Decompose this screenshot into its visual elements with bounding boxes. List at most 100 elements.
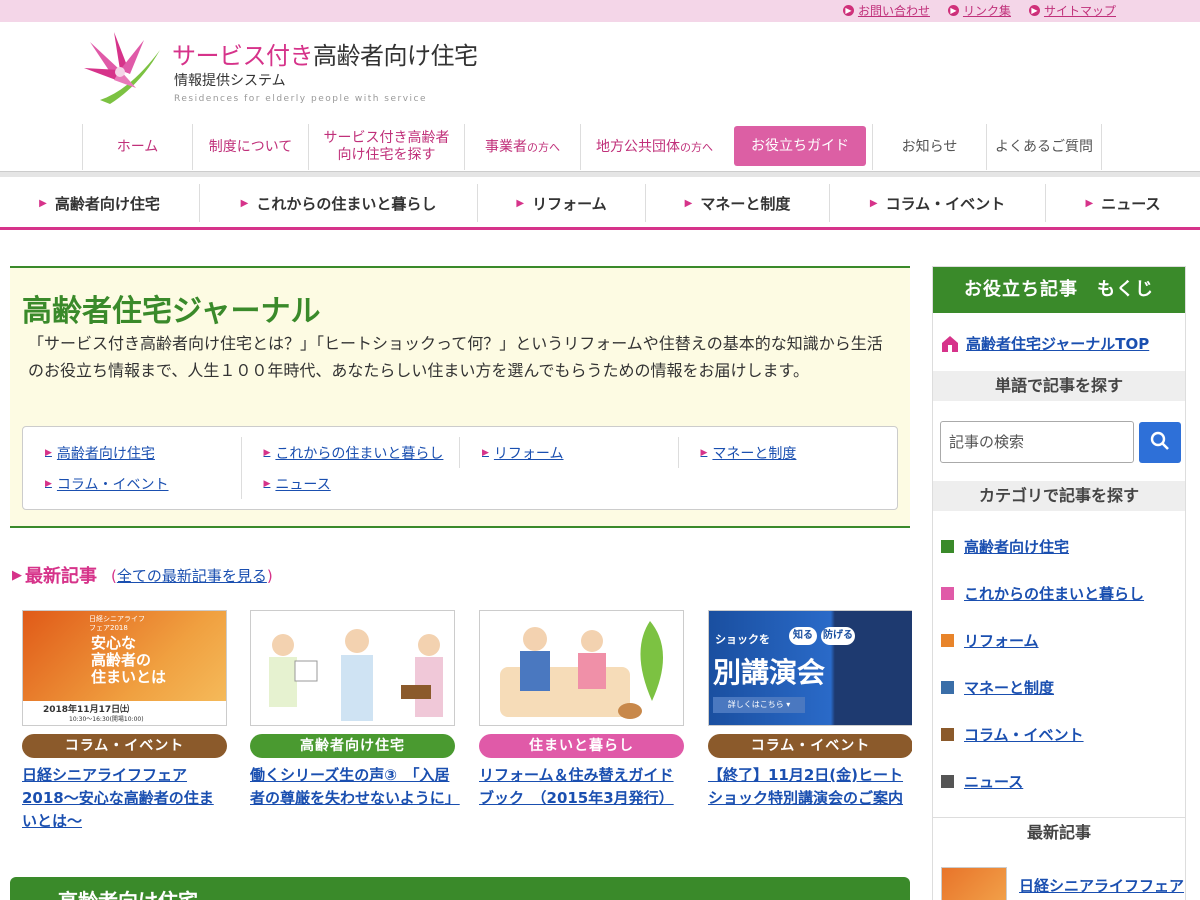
green-square-icon (941, 540, 954, 553)
links-link[interactable]: ▶ リンク集 (947, 2, 1011, 19)
sidebar-latest-title: 最新記事 (933, 817, 1185, 847)
sidebar-category-living[interactable]: これからの住まいと暮らし (941, 570, 1144, 617)
sidebar-category-list: 高齢者向け住宅 これからの住まいと暮らし リフォーム マネーと制度 コラム・イベ… (941, 523, 1144, 805)
nav-news[interactable]: お知らせ (872, 124, 986, 170)
search-section-title: 単語で記事を探す (933, 371, 1185, 401)
sitemap-link[interactable]: ▶ サイトマップ (1028, 2, 1116, 19)
sidebar-latest-article[interactable]: 日経シニアライフフェア (941, 867, 1184, 900)
sidebar-title: お役立ち記事 もくじ (933, 267, 1185, 313)
article-title-link[interactable]: 日経シニアライフフェア2018〜安心な高齢者の住まいとは〜 (22, 764, 227, 833)
workers-illustration (269, 629, 443, 721)
latest-title: 最新記事 (25, 566, 97, 587)
nav-guide[interactable]: お役立ちガイド (734, 126, 866, 166)
logo-title: サービス付き高齢者向け住宅 (172, 42, 478, 70)
article-card[interactable]: 日経シニアライフ フェア2018 安心な 高齢者の 住まいとは 2018年11月17日… (22, 610, 227, 833)
triangle-icon: ▶ (700, 447, 708, 458)
category-section-title: カテゴリで記事を探す (933, 481, 1185, 511)
blue-square-icon (941, 681, 954, 694)
category-living[interactable]: ▶ これからの住まいと暮らし (200, 184, 478, 222)
category-tag: コラム・イベント (22, 734, 227, 758)
utility-bar: ▶ お問い合わせ ▶ リンク集 ▶ サイトマップ (0, 0, 1200, 22)
sidebar-category-elderly-housing[interactable]: 高齢者向け住宅 (941, 523, 1144, 570)
nav-system[interactable]: 制度について (192, 124, 308, 170)
lily-flower-icon (84, 32, 160, 104)
category-elderly-housing[interactable]: ▶ 高齢者向け住宅 (0, 184, 200, 222)
utility-links: ▶ お問い合わせ ▶ リンク集 ▶ サイトマップ (842, 2, 1116, 19)
arrow-icon: ▶ (842, 5, 854, 16)
journal-link-reform[interactable]: ▶ リフォーム (460, 437, 679, 468)
arrow-icon: ▶ (1028, 5, 1040, 16)
sidebar-category-reform[interactable]: リフォーム (941, 617, 1144, 664)
category-nav-divider (0, 227, 1200, 230)
journal-link-column-event[interactable]: ▶ コラム・イベント (23, 468, 242, 499)
article-card[interactable]: 住まいと暮らし リフォーム＆住み替えガイドブック （2015年3月発行） (479, 610, 684, 810)
nav-local-gov[interactable]: 地方公共団体の方へ (580, 124, 728, 170)
article-thumbnail (941, 867, 1007, 900)
global-nav: ホーム 制度について サービス付き高齢者 向け住宅を探す 事業者の方へ 地方公共団… (82, 124, 1102, 170)
triangle-icon: ▶ (869, 197, 878, 209)
section-header-elderly-housing: 高齢者向け住宅 (10, 877, 910, 900)
article-thumbnail: 日経シニアライフ フェア2018 安心な 高齢者の 住まいとは 2018年11月17日… (22, 610, 227, 726)
pink-square-icon (941, 587, 954, 600)
latest-articles-list: 日経シニアライフ フェア2018 安心な 高齢者の 住まいとは 2018年11月17日… (22, 610, 912, 840)
triangle-icon: ▶ (240, 197, 249, 209)
category-tag: 高齢者向け住宅 (250, 734, 455, 758)
site-logo[interactable]: サービス付き高齢者向け住宅 情報提供システム Residences for el… (80, 30, 520, 110)
triangle-icon: ▶ (45, 478, 52, 489)
nav-search-housing[interactable]: サービス付き高齢者 向け住宅を探す (308, 124, 464, 170)
triangle-icon: ▶ (482, 447, 489, 458)
all-latest-link[interactable]: 全ての最新記事を見る (117, 567, 267, 585)
search-button[interactable] (1139, 422, 1181, 463)
brown-square-icon (941, 728, 954, 741)
article-thumbnail (250, 610, 455, 726)
article-title-link[interactable]: 働くシリーズ生の声③ 「入居者の尊厳を失わせないように」 (250, 764, 460, 810)
sidebar-category-money[interactable]: マネーと制度 (941, 664, 1144, 711)
triangle-icon: ▶ (45, 447, 52, 458)
orange-square-icon (941, 634, 954, 647)
article-search-input[interactable] (940, 421, 1134, 463)
sidebar-category-column-event[interactable]: コラム・イベント (941, 711, 1144, 758)
category-nav: ▶ 高齢者向け住宅 ▶ これからの住まいと暮らし ▶ リフォーム ▶ マネーと制度 ▶ コ… (0, 178, 1200, 228)
triangle-icon: ▶ (263, 478, 271, 489)
category-tag: 住まいと暮らし (479, 734, 684, 758)
nav-home[interactable]: ホーム (82, 124, 192, 170)
triangle-icon: ▶ (263, 447, 271, 458)
nav-faq[interactable]: よくあるご質問 (986, 124, 1102, 170)
triangle-icon: ▶ (516, 197, 525, 209)
article-thumbnail (479, 610, 684, 726)
journal-link-elderly-housing[interactable]: ▶ 高齢者向け住宅 (23, 437, 242, 468)
article-thumbnail: ショックを 知る 防げる 別講演会 詳しくはこちら ▾ (708, 610, 912, 726)
arrow-icon: ▶ (947, 5, 959, 16)
triangle-icon: ▶ (1085, 197, 1094, 209)
category-column-event[interactable]: ▶ コラム・イベント (830, 184, 1046, 222)
contact-link[interactable]: ▶ お問い合わせ (842, 2, 930, 19)
article-card[interactable]: 高齢者向け住宅 働くシリーズ生の声③ 「入居者の尊厳を失わせないように」 (250, 610, 460, 810)
journal-top-link[interactable]: 高齢者住宅ジャーナルTOP (941, 333, 1149, 354)
category-money[interactable]: ▶ マネーと制度 (646, 184, 830, 222)
logo-english: Residences for elderly people with servi… (174, 94, 428, 104)
logo-subtitle: 情報提供システム (174, 73, 286, 89)
search-icon (1150, 431, 1169, 450)
gray-square-icon (941, 775, 954, 788)
journal-link-news[interactable]: ▶ ニュース (242, 468, 461, 499)
article-title-link[interactable]: 【終了】11月2日(金)ヒートショック特別講演会のご案内 (708, 764, 912, 810)
category-tag: コラム・イベント (708, 734, 912, 758)
nav-business[interactable]: 事業者の方へ (464, 124, 580, 170)
nav-divider (0, 171, 1200, 177)
triangle-icon: ▶ (12, 567, 22, 583)
article-card[interactable]: ショックを 知る 防げる 別講演会 詳しくはこちら ▾ コラム・イベント 【終了… (708, 610, 912, 810)
house-icon (942, 335, 958, 352)
couple-sofa-illustration (500, 621, 664, 719)
category-reform[interactable]: ▶ リフォーム (478, 184, 646, 222)
journal-link-living[interactable]: ▶ これからの住まいと暮らし (242, 437, 460, 468)
article-title-link[interactable]: リフォーム＆住み替えガイドブック （2015年3月発行） (479, 764, 684, 810)
journal-title: 高齢者住宅ジャーナル (22, 294, 321, 329)
triangle-icon: ▶ (684, 197, 693, 209)
journal-description: 「サービス付き高齢者向け住宅とは？」「ヒートショックって何？」というリフォームや… (28, 334, 883, 380)
triangle-icon: ▶ (39, 197, 47, 209)
sidebar: お役立ち記事 もくじ 高齢者住宅ジャーナルTOP 単語で記事を探す カテゴリで記… (932, 266, 1186, 900)
category-news[interactable]: ▶ ニュース (1046, 184, 1200, 222)
journal-intro: 高齢者住宅ジャーナル 「サービス付き高齢者向け住宅とは？」「ヒートショックって何… (10, 266, 910, 528)
journal-link-money[interactable]: ▶ マネーと制度 (679, 437, 898, 468)
sidebar-category-news[interactable]: ニュース (941, 758, 1144, 805)
